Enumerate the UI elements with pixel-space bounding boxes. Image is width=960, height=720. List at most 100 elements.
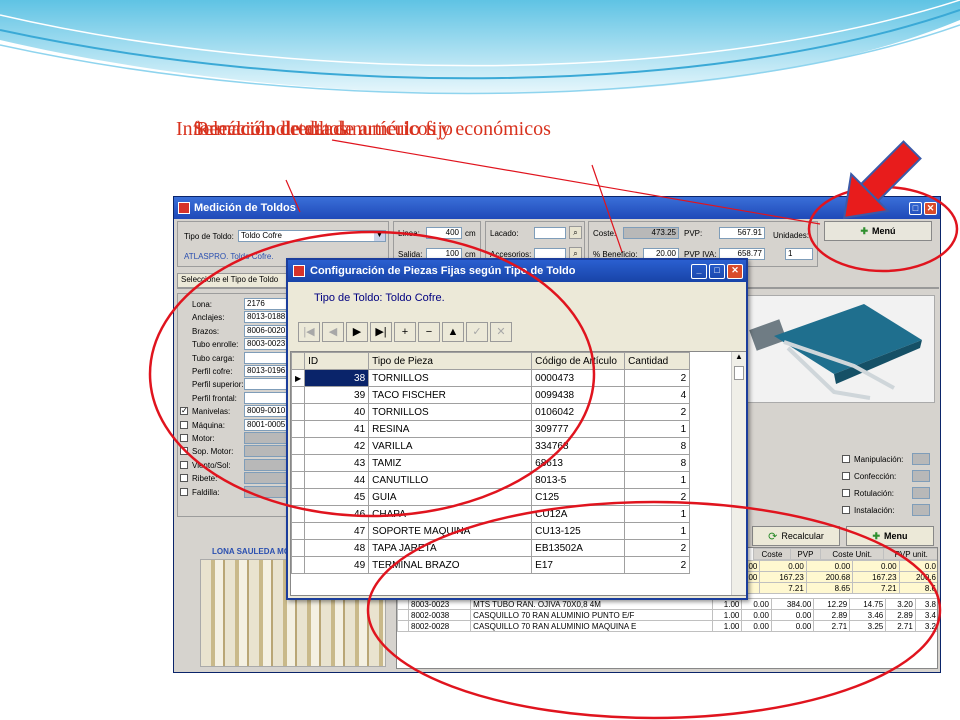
- cell-cantidad[interactable]: 4: [624, 386, 691, 404]
- cell-id[interactable]: 41: [304, 420, 370, 438]
- scroll-up-icon[interactable]: ▲: [732, 352, 746, 364]
- cell-tipo[interactable]: TAPA JARETA: [368, 539, 533, 557]
- part-code-input[interactable]: [244, 378, 288, 391]
- close-icon[interactable]: ✕: [727, 263, 743, 279]
- option-input[interactable]: [912, 504, 930, 516]
- option-checkbox[interactable]: [842, 472, 850, 480]
- table-row[interactable]: 46 CHAPA CU12A 1: [291, 505, 691, 523]
- cell-cantidad[interactable]: 2: [624, 488, 691, 506]
- cell-id[interactable]: 43: [304, 454, 370, 472]
- table-row[interactable]: 41 RESINA 309777 1: [291, 420, 691, 438]
- cancel-record-button[interactable]: ✕: [490, 322, 512, 342]
- table-row[interactable]: 39 TACO FISCHER 0099438 4: [291, 386, 691, 404]
- option-checkbox[interactable]: [842, 455, 850, 463]
- cell-tipo[interactable]: VARILLA: [368, 437, 533, 455]
- cell-cantidad[interactable]: 8: [624, 454, 691, 472]
- menu-bottom-button[interactable]: ✚ Menu: [846, 526, 934, 546]
- cell-tipo[interactable]: RESINA: [368, 420, 533, 438]
- cell-tipo[interactable]: TAMIZ: [368, 454, 533, 472]
- lacado-input[interactable]: [534, 227, 566, 239]
- tab-select-tipo[interactable]: Seleccione el Tipo de Toldo: [177, 273, 289, 287]
- part-code-input[interactable]: [244, 351, 288, 364]
- cell-id[interactable]: 48: [304, 539, 370, 557]
- cell-tipo[interactable]: TORNILLOS: [368, 369, 533, 387]
- cell-id[interactable]: 42: [304, 437, 370, 455]
- table-row[interactable]: 45 GUIA C125 2: [291, 488, 691, 506]
- maximize-icon[interactable]: □: [709, 263, 725, 279]
- cell-codigo[interactable]: 309777: [531, 420, 626, 438]
- recalcular-button[interactable]: ⟳ Recalcular: [752, 526, 840, 546]
- part-checkbox[interactable]: [180, 447, 188, 456]
- insert-record-button[interactable]: +: [394, 322, 416, 342]
- cell-cantidad[interactable]: 1: [624, 505, 691, 523]
- cell-codigo[interactable]: EB13502A: [531, 539, 626, 557]
- linea-input[interactable]: 400: [426, 227, 462, 239]
- col-id[interactable]: ID: [304, 352, 370, 370]
- option-checkbox[interactable]: [842, 506, 850, 514]
- table-row[interactable]: 40 TORNILLOS 0106042 2: [291, 403, 691, 421]
- cell-cantidad[interactable]: 2: [624, 539, 691, 557]
- part-code-input[interactable]: [244, 445, 288, 458]
- option-checkbox[interactable]: [842, 489, 850, 497]
- col-coste-unit[interactable]: Coste Unit.: [819, 548, 885, 560]
- part-code-input[interactable]: [244, 472, 288, 485]
- table-row[interactable]: 0.00 167.23 200.68 167.23 200.6: [726, 571, 937, 583]
- minimize-icon[interactable]: _: [691, 263, 707, 279]
- part-checkbox[interactable]: ✓: [180, 407, 188, 416]
- table-row[interactable]: 8002-0038 CASQUILLO 70 RAN ALUMINIO PUNTO…: [397, 609, 937, 621]
- col-pvp[interactable]: PVP: [789, 548, 821, 560]
- prev-record-button[interactable]: ◀: [322, 322, 344, 342]
- part-code-input[interactable]: [244, 485, 288, 498]
- cell-cantidad[interactable]: 2: [624, 403, 691, 421]
- unidades-input[interactable]: 1: [785, 248, 813, 260]
- maximize-icon[interactable]: □: [909, 201, 922, 215]
- cell-codigo[interactable]: 68613: [531, 454, 626, 472]
- cell-codigo[interactable]: 334768: [531, 437, 626, 455]
- cell-codigo[interactable]: E17: [531, 556, 626, 574]
- option-input[interactable]: [912, 487, 930, 499]
- cell-codigo[interactable]: 0099438: [531, 386, 626, 404]
- part-code-input[interactable]: [244, 432, 288, 444]
- cell-id[interactable]: 44: [304, 471, 370, 489]
- delete-record-button[interactable]: −: [418, 322, 440, 342]
- cell-tipo[interactable]: CANUTILLO: [368, 471, 533, 489]
- cell-id[interactable]: 38: [304, 369, 370, 387]
- cell-id[interactable]: 39: [304, 386, 370, 404]
- cell-codigo[interactable]: 8013-5: [531, 471, 626, 489]
- search-icon[interactable]: ⌕: [569, 226, 582, 239]
- table-row[interactable]: 7.21 8.65 7.21 8.6: [726, 582, 937, 594]
- col-codigo-articulo[interactable]: Código de Artículo: [531, 352, 626, 370]
- table-row[interactable]: 49 TERMINAL BRAZO E17 2: [291, 556, 691, 574]
- next-record-button[interactable]: ▶: [346, 322, 368, 342]
- pvp-input[interactable]: 567.91: [719, 227, 765, 239]
- col-pvp-unit[interactable]: PVP unit.: [883, 548, 937, 560]
- table-row[interactable]: 8003-0023 MTS TUBO RAN. OJIVA 70X0,8 4M 1.…: [397, 598, 937, 610]
- cell-tipo[interactable]: GUIA: [368, 488, 533, 506]
- cell-cantidad[interactable]: 8: [624, 437, 691, 455]
- table-row[interactable]: 44 CANUTILLO 8013-5 1: [291, 471, 691, 489]
- col-coste[interactable]: Coste: [753, 548, 791, 560]
- menu-top-button[interactable]: ✚ Menú: [824, 221, 932, 241]
- cell-cantidad[interactable]: 1: [624, 522, 691, 540]
- cell-tipo[interactable]: TORNILLOS: [368, 403, 533, 421]
- part-code-input[interactable]: [244, 391, 288, 404]
- cell-tipo[interactable]: CHAPA: [368, 505, 533, 523]
- cell-id[interactable]: 40: [304, 403, 370, 421]
- part-code-input[interactable]: 8006-0020: [244, 324, 288, 337]
- last-record-button[interactable]: ▶|: [370, 322, 392, 342]
- cell-cantidad[interactable]: 1: [624, 420, 691, 438]
- table-row[interactable]: 42 VARILLA 334768 8: [291, 437, 691, 455]
- table-row[interactable]: ▶ 38 TORNILLOS 0000473 2: [291, 369, 691, 387]
- col-tipo-pieza[interactable]: Tipo de Pieza: [368, 352, 533, 370]
- cell-codigo[interactable]: 0106042: [531, 403, 626, 421]
- table-row[interactable]: 8002-0028 CASQUILLO 70 RAN ALUMINIO MAQUI…: [397, 620, 937, 632]
- table-row[interactable]: 43 TAMIZ 68613 8: [291, 454, 691, 472]
- table-row[interactable]: 48 TAPA JARETA EB13502A 2: [291, 539, 691, 557]
- cell-codigo[interactable]: CU13-125: [531, 522, 626, 540]
- close-icon[interactable]: ✕: [924, 201, 937, 215]
- post-record-button[interactable]: ✓: [466, 322, 488, 342]
- table-row[interactable]: 47 SOPORTE MAQUINA CU13-125 1: [291, 522, 691, 540]
- table-row[interactable]: 0.00 0.00 0.00 0.00 0.0: [726, 560, 937, 572]
- part-code-input[interactable]: 8009-0010: [244, 405, 288, 418]
- cell-codigo[interactable]: CU12A: [531, 505, 626, 523]
